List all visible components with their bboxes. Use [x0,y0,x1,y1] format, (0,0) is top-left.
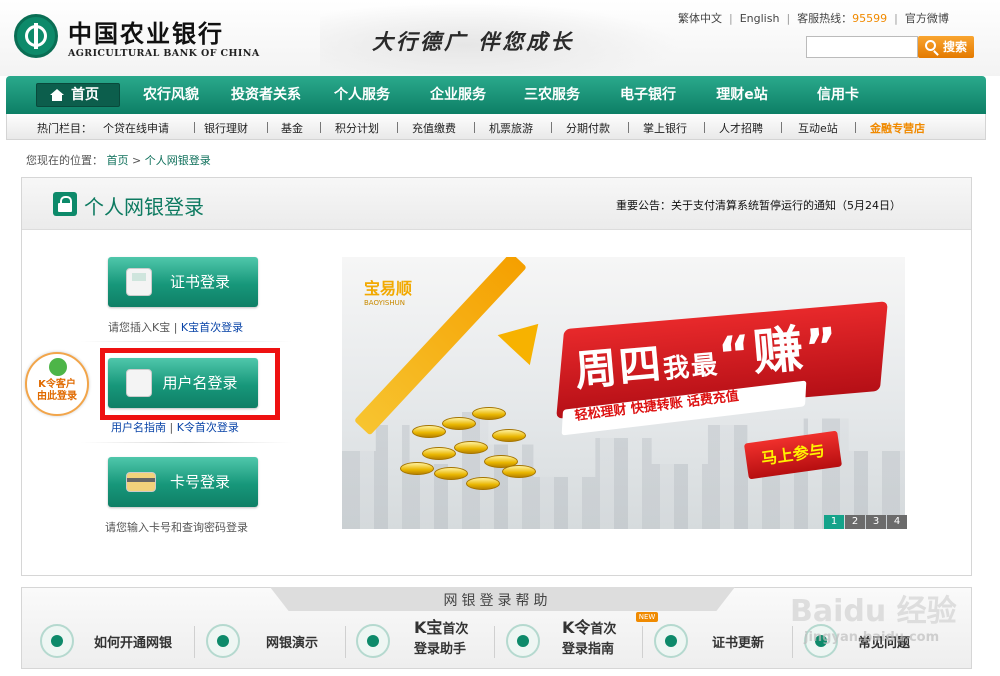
username-login-label: 用户名登录 [162,374,238,392]
hotbar-topup[interactable]: 充值缴费 [412,120,456,136]
banner-page-1[interactable]: 1 [824,515,844,529]
kling-tag-line2: 由此登录 [37,391,77,402]
bank-name-en: AGRICULTURAL BANK OF CHINA [68,48,260,59]
banner-brand-logo: 宝易顺 BAOYISHUN [364,279,413,307]
search-button[interactable]: 搜索 [918,36,974,58]
nav-item-corporate[interactable]: 企业服务 [414,76,502,114]
bank-card-icon [126,472,156,492]
kbao-first-login-link[interactable]: K宝首次登录 [181,321,243,334]
certificate-icon [654,624,688,658]
hotbar-mobile-bank[interactable]: 掌上银行 [643,120,687,136]
hotbar-fund[interactable]: 基金 [281,120,303,136]
important-notice[interactable]: 重要公告：关于支付清算系统暂停运行的通知（5月24日） [616,197,901,213]
username-login-button[interactable]: 用户名登录 [108,358,258,408]
hotbar-careers[interactable]: 人才招聘 [719,120,763,136]
hotbar-loan[interactable]: 个贷在线申请 [103,120,169,136]
cert-login-button[interactable]: 证书登录 [108,257,258,307]
nav-item-ebank[interactable]: 电子银行 [604,76,692,114]
link-weibo[interactable]: 官方微博 [905,10,949,26]
hotbar-label: 热门栏目： [37,122,92,135]
search-input[interactable] [806,36,918,58]
banner-page-3[interactable]: 3 [866,515,886,529]
card-login-hint: 请您输入卡号和查询密码登录 [105,521,248,534]
nav-item-credit-card[interactable]: 信用卡 [794,76,882,114]
banner-page-4[interactable]: 4 [887,515,907,529]
kling-tag-line1: K令客户 [38,379,76,390]
new-badge: NEW [636,612,658,622]
hotbar-points[interactable]: 积分计划 [335,120,379,136]
help-question-icon [356,624,390,658]
nav-item-company-profile[interactable]: 农行风貌 [128,76,214,114]
hotline-label: 客服热线： [797,12,853,25]
usb-key-icon [126,268,152,296]
main-nav: 首页 农行风貌 投资者关系 个人服务 企业服务 三农服务 电子银行 理财e站 信… [6,76,986,114]
cert-login-hint: 请您插入K宝 | K宝首次登录 [108,321,244,334]
card-login-label: 卡号登录 [169,473,230,491]
username-login-links: 用户名指南 | K令首次登录 [111,421,239,434]
page-title: 个人网银登录 [84,195,204,219]
link-traditional-chinese[interactable]: 繁体中文 [678,10,722,26]
breadcrumb-separator: > [132,154,142,167]
hot-columns-bar: 热门栏目： 个贷在线申请 银行理财 基金 积分计划 充值缴费 机票旅游 分期付款… [6,114,986,140]
mascot-icon [49,358,67,376]
bank-logo-icon[interactable] [14,14,58,58]
cert-login-label: 证书登录 [169,273,230,291]
breadcrumb-prefix: 您现在的位置： [26,154,103,167]
hotbar-interactive[interactable]: 互动e站 [798,120,838,136]
nav-item-personal[interactable]: 个人服务 [318,76,406,114]
link-english[interactable]: English [740,12,780,25]
monitor-icon [206,624,240,658]
breadcrumb: 您现在的位置： 首页 > 个人网银登录 [26,152,211,168]
help-cert-update-label: 证书更新 [712,636,765,651]
hotbar-travel[interactable]: 机票旅游 [489,120,533,136]
calculator-icon [126,369,152,397]
top-links: 繁体中文 | English | 客服热线：95599 | 官方微博 [678,10,949,26]
breadcrumb-current[interactable]: 个人网银登录 [145,154,211,167]
hotline-number: 95599 [852,12,888,25]
nav-home[interactable]: 首页 [36,83,120,107]
kling-customer-badge[interactable]: K令客户 由此登录 [25,352,89,416]
nav-item-investor-relations[interactable]: 投资者关系 [222,76,310,114]
token-device-icon [506,624,540,658]
hotbar-wealth[interactable]: 银行理财 [204,120,248,136]
login-panel: 个人网银登录 重要公告：关于支付清算系统暂停运行的通知（5月24日） 证书登录 … [21,177,972,576]
promo-banner[interactable]: 宝易顺 BAOYISHUN 周四我最“赚” 轻松理财 快捷转账 话费充值 马上参与 [342,257,905,529]
help-demo-label: 网银演示 [266,636,319,651]
search-button-label: 搜索 [943,40,968,54]
bank-name-cn[interactable]: 中国农业银行 [68,14,224,49]
search-icon [925,40,936,51]
home-icon [50,89,64,101]
baidu-watermark: Baidu 经验 jingyan.baidu.com [790,594,957,645]
nav-item-wealth[interactable]: 理财e站 [698,76,786,114]
panel-header: 个人网银登录 重要公告：关于支付清算系统暂停运行的通知（5月24日） [22,178,971,230]
username-guide-link[interactable]: 用户名指南 [111,421,166,434]
nav-home-label: 首页 [71,87,99,103]
card-login-button[interactable]: 卡号登录 [108,457,258,507]
site-header: 中国农业银行 AGRICULTURAL BANK OF CHINA 大行德广 伴… [0,0,1000,76]
banner-page-2[interactable]: 2 [845,515,865,529]
nav-item-agriculture[interactable]: 三农服务 [508,76,596,114]
breadcrumb-home[interactable]: 首页 [107,154,129,167]
lock-icon [53,192,77,216]
help-open-ebank-label: 如何开通网银 [94,636,173,651]
hotbar-finance-store[interactable]: 金融专营店 [870,120,925,136]
slogan: 大行德广 伴您成长 [372,29,575,54]
hotbar-installment[interactable]: 分期付款 [566,120,610,136]
kling-first-login-link[interactable]: K令首次登录 [177,421,239,434]
key-icon [40,624,74,658]
